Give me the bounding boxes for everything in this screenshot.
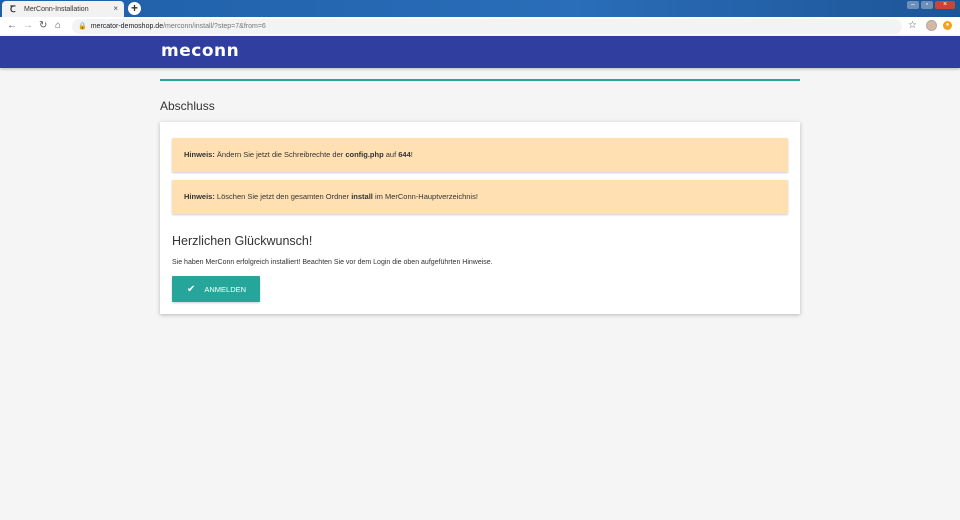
profile-avatar[interactable] — [926, 20, 937, 31]
alert-permissions: Hinweis: Ändern Sie jetzt die Schreibrec… — [172, 138, 788, 172]
url-path: /merconn/install/?step=7&from=6 — [163, 23, 266, 30]
browser-toolbar: ← → ↻ ⌂ 🔒 mercator-demoshop.de/merconn/in… — [0, 17, 960, 37]
login-button[interactable]: ✔ ANMELDEN — [172, 276, 260, 302]
tab-close-icon[interactable]: × — [113, 4, 118, 14]
alert-folder: install — [351, 192, 373, 201]
browser-tab-bar: Ꞇ MerConn-Installation × + – ▫ × — [0, 0, 960, 17]
completion-card: Hinweis: Ändern Sie jetzt die Schreibrec… — [160, 122, 800, 314]
progress-line — [160, 79, 800, 81]
alert-text: Löschen Sie jetzt den gesamten Ordner — [214, 192, 352, 201]
lock-icon: 🔒 — [78, 23, 87, 30]
new-tab-button[interactable]: + — [128, 2, 141, 15]
home-icon[interactable]: ⌂ — [55, 20, 61, 32]
alert-text: ! — [410, 150, 413, 159]
alert-label: Hinweis: — [184, 192, 215, 201]
alert-text: Ändern Sie jetzt die Schreibrechte der — [214, 150, 346, 159]
app-header: meconn — [0, 36, 960, 68]
maximize-window-button[interactable]: ▫ — [921, 1, 933, 9]
browser-tab[interactable]: Ꞇ MerConn-Installation × — [2, 1, 124, 17]
tab-title: MerConn-Installation — [24, 5, 89, 13]
reload-icon[interactable]: ↻ — [39, 20, 47, 32]
alert-label: Hinweis: — [184, 150, 215, 159]
address-bar[interactable]: 🔒 mercator-demoshop.de/merconn/install/?s… — [72, 19, 902, 34]
congrats-heading: Herzlichen Glückwunsch! — [172, 234, 313, 248]
extension-icon[interactable]: ● — [943, 21, 952, 30]
alert-text: auf — [383, 150, 399, 159]
alert-filename: config.php — [345, 150, 384, 159]
merconn-logo[interactable]: meconn — [161, 41, 239, 61]
bookmark-star-icon[interactable]: ☆ — [908, 20, 917, 31]
alert-delete-install: Hinweis: Löschen Sie jetzt den gesamten … — [172, 180, 788, 214]
url-domain: mercator-demoshop.de — [90, 23, 164, 30]
alert-text: im MerConn-Hauptverzeichnis! — [372, 192, 478, 201]
back-arrow-icon[interactable]: ← — [7, 20, 17, 32]
login-button-label: ANMELDEN — [204, 284, 247, 294]
merconn-favicon-icon: Ꞇ — [10, 4, 16, 14]
page-title: Abschluss — [160, 99, 215, 113]
info-text: Sie haben MerConn erfolgreich installier… — [172, 259, 493, 266]
minimize-window-button[interactable]: – — [907, 1, 919, 9]
alert-permission-value: 644 — [398, 150, 411, 159]
close-window-button[interactable]: × — [935, 1, 955, 9]
check-icon: ✔ — [187, 283, 196, 295]
forward-arrow-icon[interactable]: → — [23, 20, 33, 32]
